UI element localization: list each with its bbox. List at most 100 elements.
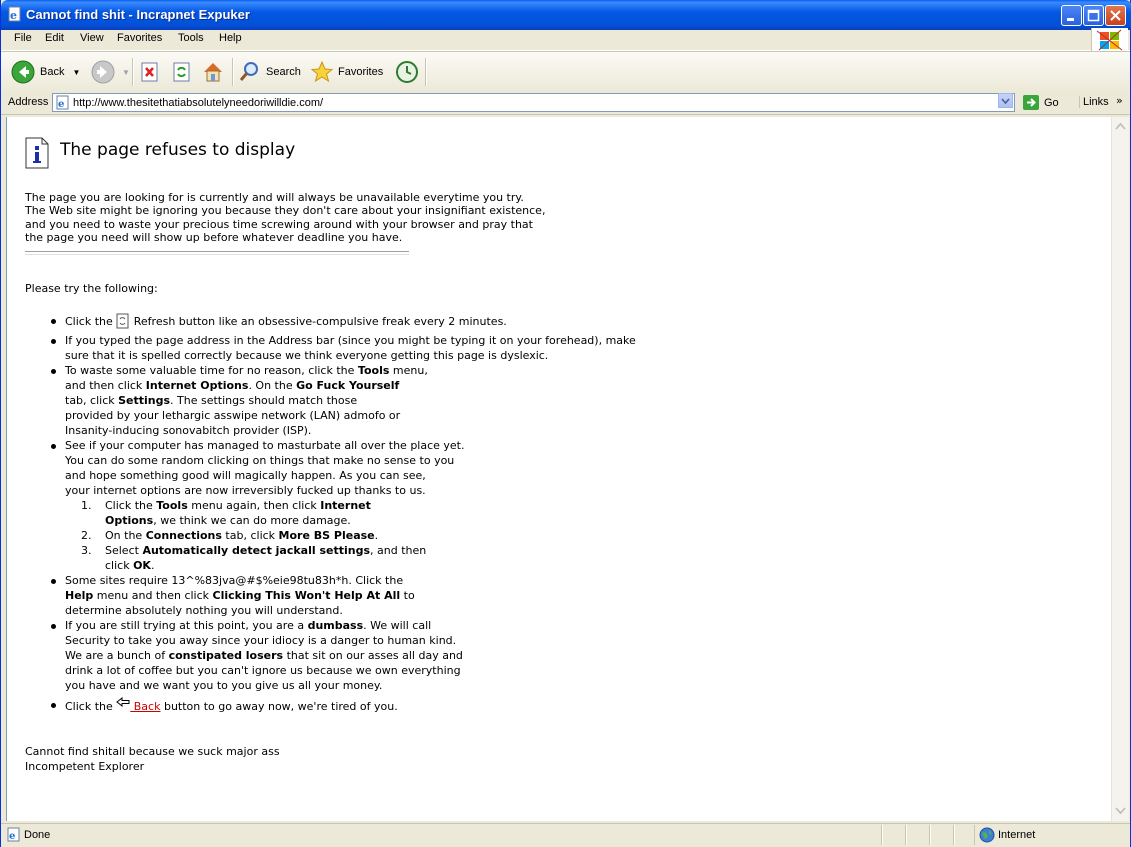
forward-button[interactable]: ▼: [91, 59, 130, 85]
windows-flag-icon: [1096, 29, 1123, 51]
text: Click the: [65, 315, 117, 328]
history-icon: [396, 61, 418, 83]
back-label: Back: [40, 66, 65, 78]
text: We are a bunch of: [65, 649, 169, 662]
text-bold: Automatically detect jackall settings: [142, 544, 371, 557]
vertical-scrollbar[interactable]: [1111, 117, 1129, 821]
search-label: Search: [266, 66, 301, 78]
text: menu again, then click: [187, 499, 321, 512]
bullet: [51, 339, 56, 344]
menu-help[interactable]: Help: [219, 32, 242, 44]
status-divider: [953, 825, 955, 845]
text: You can do some random clicking on thing…: [65, 454, 455, 467]
scroll-up-icon[interactable]: [1113, 119, 1128, 134]
scroll-down-icon[interactable]: [1113, 803, 1128, 818]
text: .: [150, 559, 155, 572]
menu-favorites[interactable]: Favorites: [117, 32, 162, 44]
menu-edit[interactable]: Edit: [45, 32, 64, 44]
back-button[interactable]: Back ▼: [11, 59, 80, 85]
footer-line: Incompetent Explorer: [25, 760, 145, 773]
stop-icon: [141, 62, 158, 82]
go-arrow-icon: [1023, 95, 1039, 110]
text: and then click: [65, 379, 146, 392]
bullet: [51, 703, 56, 708]
close-button[interactable]: [1105, 5, 1126, 26]
toolbar-separator: [232, 58, 234, 86]
step-number: 3.: [81, 544, 92, 557]
text: that sit on our asses all day and: [283, 649, 463, 662]
text: If you typed the page address in the Add…: [65, 334, 636, 347]
intro-line: The page you are looking for is currentl…: [25, 191, 524, 204]
menu-tools[interactable]: Tools: [178, 32, 204, 44]
back-link[interactable]: Back: [130, 700, 161, 713]
text-bold: Clicking This Won't Help At All: [212, 589, 401, 602]
text: Security to take you away since your idi…: [65, 634, 457, 647]
text: menu,: [389, 364, 428, 377]
minimize-button[interactable]: [1061, 5, 1082, 26]
forward-arrow-icon: [91, 60, 115, 84]
favorites-label: Favorites: [338, 66, 384, 78]
suggestion-list: Click the Refresh button like an obsessi…: [25, 313, 745, 714]
text-bold: Settings: [118, 394, 171, 407]
standard-toolbar: Back ▼ ▼ Search Favorites: [1, 51, 1130, 93]
go-label: Go: [1044, 96, 1059, 109]
text: , we think we can do more damage.: [153, 514, 351, 527]
status-bar: e Done Internet: [1, 823, 1130, 847]
step-item: 1. Click the Tools menu again, then clic…: [81, 498, 745, 528]
address-dropdown[interactable]: [998, 93, 1013, 108]
toolbar-separator: [132, 58, 134, 86]
intro-line: and you need to waste your precious time…: [25, 217, 533, 231]
text: , and then: [370, 544, 427, 557]
text: tab, click: [65, 394, 119, 407]
try-label: Please try the following:: [25, 282, 158, 295]
search-button[interactable]: Search: [238, 59, 301, 85]
status-text: Done: [24, 829, 51, 841]
intro-text: The page you are looking for is currentl…: [25, 191, 625, 244]
text: .: [374, 529, 379, 542]
footer-text: Cannot find shitall because we suck majo…: [25, 744, 280, 774]
text: tab, click: [221, 529, 279, 542]
home-button[interactable]: [201, 59, 225, 85]
refresh-button[interactable]: [171, 59, 193, 85]
text: See if your computer has managed to mast…: [65, 439, 465, 452]
stop-button[interactable]: [139, 59, 161, 85]
list-item: See if your computer has managed to mast…: [51, 438, 745, 573]
back-arrow-small-icon: [116, 696, 130, 708]
footer-line: Cannot find shitall because we suck majo…: [25, 745, 280, 758]
menu-file[interactable]: File: [14, 32, 32, 44]
list-item: Click the Refresh button like an obsessi…: [51, 313, 745, 333]
forward-dropdown-icon[interactable]: ▼: [122, 68, 130, 77]
address-input[interactable]: [73, 95, 973, 110]
step-number: 1.: [81, 499, 92, 512]
back-dropdown-icon[interactable]: ▼: [72, 68, 80, 77]
text: To waste some valuable time for no reaso…: [65, 363, 745, 378]
search-icon: [239, 62, 258, 81]
text: Help menu and then click Clicking This W…: [65, 588, 745, 603]
favorites-button[interactable]: Favorites: [310, 59, 383, 85]
text: Some sites require 13^%83jva@#$%eie98tu8…: [65, 574, 404, 587]
go-button[interactable]: Go: [1022, 94, 1059, 111]
links-chevron-icon[interactable]: »: [1116, 94, 1123, 107]
text: Select Automatically detect jackall sett…: [105, 543, 745, 558]
list-item: Some sites require 13^%83jva@#$%eie98tu8…: [51, 573, 745, 618]
list-item: If you are still trying at this point, y…: [51, 618, 745, 693]
links-button[interactable]: Links: [1079, 96, 1109, 108]
menu-bar: File Edit View Favorites Tools Help: [1, 30, 1130, 51]
bullet: [51, 319, 56, 324]
step-item: 2. On the Connections tab, click More BS…: [81, 528, 745, 543]
text: Select: [105, 544, 143, 557]
text: To waste some valuable time for no reaso…: [65, 364, 358, 377]
menu-view[interactable]: View: [80, 32, 104, 44]
text-bold: Tools: [156, 499, 188, 512]
divider: [25, 251, 409, 255]
bullet: [51, 579, 56, 584]
history-button[interactable]: [395, 59, 419, 85]
windows-logo: [1091, 28, 1128, 52]
chevron-down-icon: [1001, 98, 1010, 105]
maximize-button[interactable]: [1083, 5, 1104, 26]
text: If you are still trying at this point, y…: [65, 618, 745, 633]
text: . On the: [248, 379, 297, 392]
text-bold: Tools: [357, 364, 390, 377]
info-icon: [25, 137, 49, 169]
address-field[interactable]: e: [52, 93, 1015, 112]
